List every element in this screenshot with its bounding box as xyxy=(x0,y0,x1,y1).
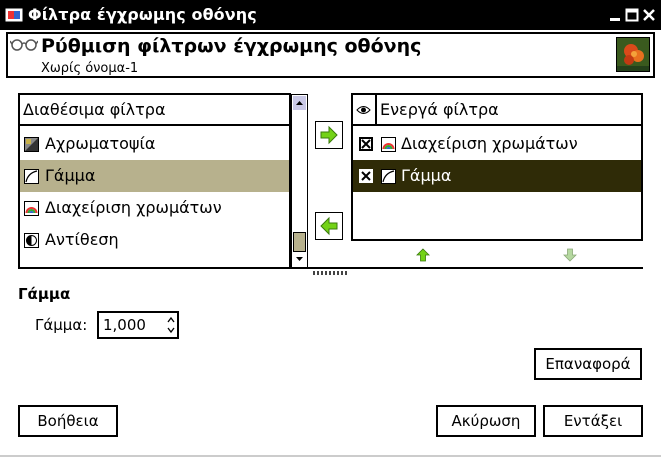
ok-button[interactable]: Εντάξει xyxy=(543,405,643,437)
checkbox-checked-icon[interactable] xyxy=(359,169,373,183)
minimize-icon[interactable] xyxy=(608,8,622,22)
increment-icon[interactable] xyxy=(166,315,176,324)
color-management-icon xyxy=(381,137,396,152)
reset-button[interactable]: Επαναφορά xyxy=(534,348,642,380)
image-thumbnail xyxy=(616,37,650,72)
arrow-right-icon xyxy=(320,125,338,145)
list-item[interactable]: Διαχείριση χρωμάτων xyxy=(20,192,289,224)
color-deficient-icon xyxy=(24,137,39,152)
checkbox-checked-icon[interactable] xyxy=(359,137,373,151)
list-item[interactable]: Γάμμα xyxy=(20,160,289,192)
cancel-button[interactable]: Ακύρωση xyxy=(436,405,536,437)
available-filters-list[interactable]: Διαθέσιμα φίλτρα Αχρωματοψία Γάμμα Διαχε… xyxy=(18,93,291,269)
gamma-icon xyxy=(24,169,39,184)
close-icon[interactable] xyxy=(642,8,656,22)
contrast-icon xyxy=(24,233,39,248)
gamma-spinbutton[interactable]: 1,000 xyxy=(97,311,179,339)
remove-filter-button[interactable] xyxy=(315,212,343,240)
window-title: Φίλτρα έγχρωμης οθόνης xyxy=(28,5,257,24)
active-filters-list[interactable]: Ενεργά φίλτρα Διαχείριση χρωμάτων Γάμμα xyxy=(351,93,643,241)
gamma-icon xyxy=(381,169,396,184)
dialog-header: Ρύθμιση φίλτρων έγχρωμης οθόνης Χωρίς όν… xyxy=(6,32,655,78)
glasses-icon xyxy=(10,39,38,51)
filter-settings-title: Γάμμα xyxy=(18,285,71,303)
list-item[interactable]: Αχρωματοψία xyxy=(20,128,289,160)
gamma-value[interactable]: 1,000 xyxy=(103,316,146,334)
list-item[interactable]: Διαχείριση χρωμάτων xyxy=(353,128,641,160)
color-management-icon xyxy=(24,201,39,216)
dialog-title: Ρύθμιση φίλτρων έγχρωμης οθόνης xyxy=(41,35,422,57)
list-item[interactable]: Αντίθεση xyxy=(20,224,289,256)
scroll-down-icon[interactable] xyxy=(293,252,306,266)
title-bar: Φίλτρα έγχρωμης οθόνης xyxy=(0,0,661,30)
pane-resize-handle[interactable] xyxy=(313,271,349,275)
available-filters-header[interactable]: Διαθέσιμα φίλτρα xyxy=(20,95,289,126)
available-filters-scrollbar[interactable] xyxy=(291,94,308,268)
scroll-up-icon[interactable] xyxy=(293,96,306,110)
image-name: Χωρίς όνομα-1 xyxy=(41,61,139,76)
scroll-thumb[interactable] xyxy=(293,232,306,252)
decrement-icon[interactable] xyxy=(166,326,176,335)
eye-icon xyxy=(356,106,371,114)
move-up-icon[interactable] xyxy=(416,248,430,262)
list-item[interactable]: Γάμμα xyxy=(353,160,641,192)
maximize-icon[interactable] xyxy=(625,8,639,22)
arrow-left-icon xyxy=(320,216,338,236)
move-down-icon[interactable] xyxy=(563,248,577,262)
add-filter-button[interactable] xyxy=(315,121,343,149)
help-button[interactable]: Βοήθεια xyxy=(18,405,118,437)
filter-icon xyxy=(5,8,23,22)
gamma-label: Γάμμα: xyxy=(35,316,88,334)
active-filters-header[interactable]: Ενεργά φίλτρα xyxy=(353,95,641,126)
